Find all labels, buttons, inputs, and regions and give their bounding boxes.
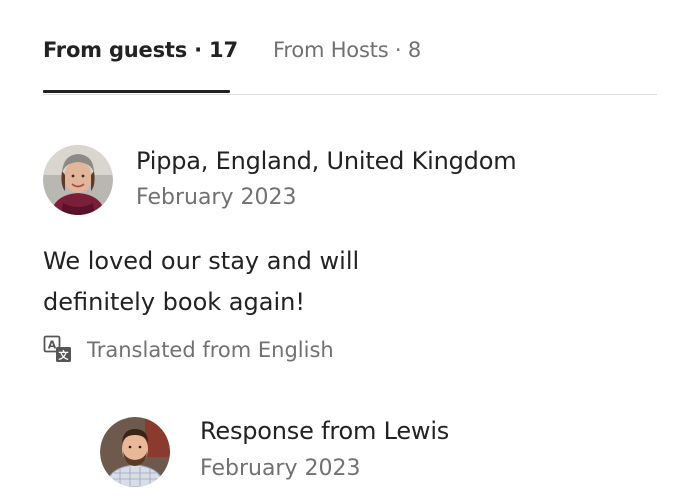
svg-text:文: 文 [59,349,70,362]
tab-from-guests[interactable]: From guests · 17 [43,30,238,70]
translate-icon: A 文 [43,335,71,362]
response-date: February 2023 [200,456,361,481]
review-tabs: From guests · 17 From Hosts · 8 [43,30,657,96]
active-tab-underline [43,90,230,93]
translated-note-label: Translated from English [87,338,334,362]
reviews-panel: From guests · 17 From Hosts · 8 Pippa, E… [0,0,700,500]
svg-text:A: A [48,339,57,352]
translated-note: A 文 Translated from English [43,335,334,365]
avatar[interactable] [43,145,113,215]
review-date: February 2023 [136,185,297,210]
host-avatar-image [100,417,170,487]
response-author: Response from Lewis [200,417,450,445]
avatar[interactable] [100,417,170,487]
review-text: We loved our stay and will definitely bo… [43,247,360,316]
tabs-divider [43,94,657,95]
reviewer-avatar-image [43,145,113,215]
tab-from-hosts[interactable]: From Hosts · 8 [273,30,421,70]
reviewer-name: Pippa, England, United Kingdom [136,147,517,175]
